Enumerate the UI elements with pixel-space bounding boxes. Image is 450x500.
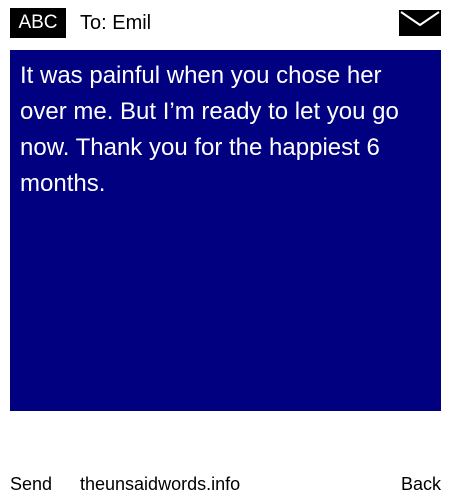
- recipient-field[interactable]: To: Emil: [80, 8, 151, 38]
- message-body-input[interactable]: It was painful when you chose her over m…: [10, 50, 441, 411]
- input-mode-indicator[interactable]: ABC: [10, 8, 66, 38]
- compose-header: ABC To: Emil: [0, 0, 450, 46]
- back-softkey[interactable]: Back: [401, 472, 441, 496]
- website-label: theunsaidwords.info: [80, 474, 241, 494]
- envelope-icon: [399, 10, 441, 36]
- sms-compose-screen: ABC To: Emil It was painful when you cho…: [0, 0, 450, 500]
- send-softkey[interactable]: Send: [10, 472, 52, 496]
- softkey-bar: Send theunsaidwords.info Back: [0, 468, 450, 500]
